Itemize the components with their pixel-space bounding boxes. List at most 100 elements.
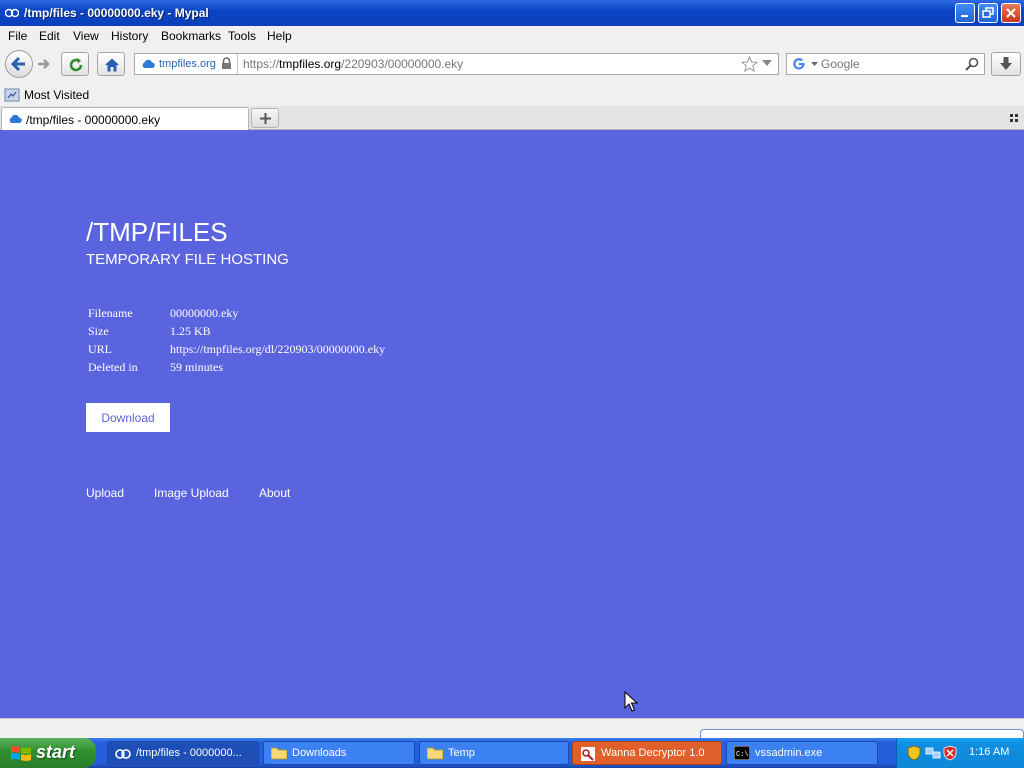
download-button[interactable]: Download	[86, 403, 170, 432]
menu-bar: File Edit View History Bookmarks Tools H…	[0, 26, 1024, 46]
url-label: URL	[88, 341, 112, 356]
tab-title: /tmp/files - 00000000.eky	[26, 113, 161, 127]
taskbar-item-downloads[interactable]: Downloads	[263, 741, 415, 765]
taskbar-item-label: Downloads	[292, 747, 347, 759]
mouse-pointer-icon	[624, 691, 638, 712]
cloud-favicon-icon	[9, 114, 22, 123]
url-text[interactable]: https://tmpfiles.org/220903/00000000.eky	[243, 57, 463, 71]
url-scheme: https://	[243, 57, 280, 71]
url-bar[interactable]: tmpfiles.org https://tmpfiles.org/220903…	[134, 53, 779, 75]
navigation-toolbar: tmpfiles.org https://tmpfiles.org/220903…	[0, 46, 1024, 84]
minimize-icon	[961, 15, 968, 17]
window-title: /tmp/files - 00000000.eky - Mypal	[24, 6, 209, 20]
identity-host: tmpfiles.org	[159, 58, 216, 70]
taskbar: start /tmp/files - 0000000... Downloads …	[0, 738, 1024, 768]
lock-icon	[222, 57, 231, 69]
status-bar	[0, 718, 1024, 739]
downloads-button[interactable]	[991, 52, 1021, 76]
table-row: Deleted in 59 minutes	[86, 358, 387, 376]
search-icon[interactable]	[965, 57, 979, 71]
table-row: Size 1.25 KB	[86, 322, 387, 340]
wanna-decryptor-icon	[581, 747, 595, 761]
forward-arrow-icon	[38, 59, 50, 69]
table-row: URL https://tmpfiles.org/dl/220903/000000…	[86, 340, 387, 358]
close-button[interactable]	[1001, 3, 1021, 23]
google-icon[interactable]	[792, 57, 806, 71]
search-input[interactable]	[821, 56, 961, 72]
url-value: https://tmpfiles.org/dl/220903/00000000.…	[170, 341, 386, 356]
restore-icon	[982, 7, 994, 18]
system-tray: 1:16 AM	[896, 738, 1024, 768]
cloud-icon	[142, 59, 155, 68]
svg-text:C:\: C:\	[736, 751, 749, 759]
menu-view[interactable]: View	[73, 29, 99, 43]
start-button[interactable]: start	[0, 738, 96, 768]
image-upload-link[interactable]: Image Upload	[154, 486, 229, 500]
restore-button[interactable]	[978, 3, 998, 23]
size-label: Size	[88, 323, 109, 338]
url-domain: tmpfiles.org	[279, 57, 342, 71]
menu-edit[interactable]: Edit	[39, 29, 60, 43]
taskbar-item-label: /tmp/files - 0000000...	[136, 747, 242, 759]
taskbar-item-label: vssadmin.exe	[755, 747, 823, 759]
back-arrow-icon	[10, 56, 25, 72]
table-row: Filename 00000000.eky	[86, 304, 387, 322]
back-button[interactable]	[5, 50, 33, 78]
about-link[interactable]: About	[259, 486, 290, 500]
taskbar-item-wanna-decryptor[interactable]: Wanna Decryptor 1.0	[572, 741, 722, 765]
download-arrow-icon	[1000, 57, 1012, 70]
taskbar-item-label: Temp	[448, 747, 475, 759]
tab-groups-icon[interactable]	[1010, 114, 1019, 123]
forward-button[interactable]	[35, 55, 53, 73]
taskbar-item-label: Wanna Decryptor 1.0	[601, 747, 705, 759]
security-shield-icon[interactable]	[907, 745, 921, 761]
console-icon: C:\	[734, 746, 750, 760]
new-tab-button[interactable]	[251, 108, 279, 128]
alert-shield-icon[interactable]	[943, 745, 957, 761]
home-icon	[105, 58, 119, 72]
taskbar-item-vssadmin[interactable]: C:\ vssadmin.exe	[726, 741, 878, 765]
menu-history[interactable]: History	[111, 29, 148, 43]
most-visited-folder-icon	[4, 88, 20, 102]
page-title: /TMP/FILES	[86, 217, 228, 247]
reload-button[interactable]	[61, 52, 89, 76]
folder-icon	[271, 747, 287, 760]
reload-icon	[69, 58, 83, 72]
page-content: /TMP/FILES TEMPORARY FILE HOSTING Filena…	[0, 130, 1024, 718]
menu-file[interactable]: File	[8, 29, 27, 43]
taskbar-item-browser[interactable]: /tmp/files - 0000000...	[107, 741, 259, 765]
page-subtitle: TEMPORARY FILE HOSTING	[86, 251, 289, 268]
menu-help[interactable]: Help	[267, 29, 292, 43]
filename-label: Filename	[88, 305, 133, 320]
file-info-table: Filename 00000000.eky Size 1.25 KB URL http…	[86, 304, 387, 376]
search-box[interactable]	[786, 53, 985, 75]
menu-bookmarks[interactable]: Bookmarks	[161, 29, 221, 43]
plus-icon	[260, 113, 271, 124]
folder-icon	[427, 747, 443, 760]
start-label: start	[36, 742, 76, 762]
home-button[interactable]	[97, 52, 125, 76]
most-visited-bookmark[interactable]: Most Visited	[24, 88, 89, 102]
clock[interactable]: 1:16 AM	[969, 746, 1009, 758]
menu-tools[interactable]: Tools	[228, 29, 256, 43]
mypal-app-icon	[5, 8, 19, 18]
minimize-button[interactable]	[955, 3, 975, 23]
search-engine-dropdown-icon[interactable]	[811, 62, 818, 67]
site-identity-button[interactable]: tmpfiles.org	[135, 54, 238, 74]
windows-logo-icon	[11, 746, 31, 761]
upload-link[interactable]: Upload	[86, 486, 124, 500]
tab-tmpfiles[interactable]: /tmp/files - 00000000.eky	[1, 107, 249, 130]
close-icon	[1006, 8, 1016, 18]
url-history-dropdown-icon[interactable]	[762, 60, 772, 67]
taskbar-item-temp[interactable]: Temp	[419, 741, 569, 765]
size-value: 1.25 KB	[170, 323, 211, 338]
deleted-in-label: Deleted in	[88, 359, 138, 374]
network-icon[interactable]	[925, 745, 941, 761]
filename-value: 00000000.eky	[170, 305, 239, 320]
bookmark-star-icon[interactable]	[741, 56, 758, 73]
title-bar[interactable]: /tmp/files - 00000000.eky - Mypal	[0, 0, 1024, 26]
deleted-in-value: 59 minutes	[170, 359, 223, 374]
browser-icon	[115, 749, 131, 759]
bookmarks-toolbar: Most Visited	[0, 84, 1024, 106]
url-path: /220903/00000000.eky	[341, 57, 464, 71]
